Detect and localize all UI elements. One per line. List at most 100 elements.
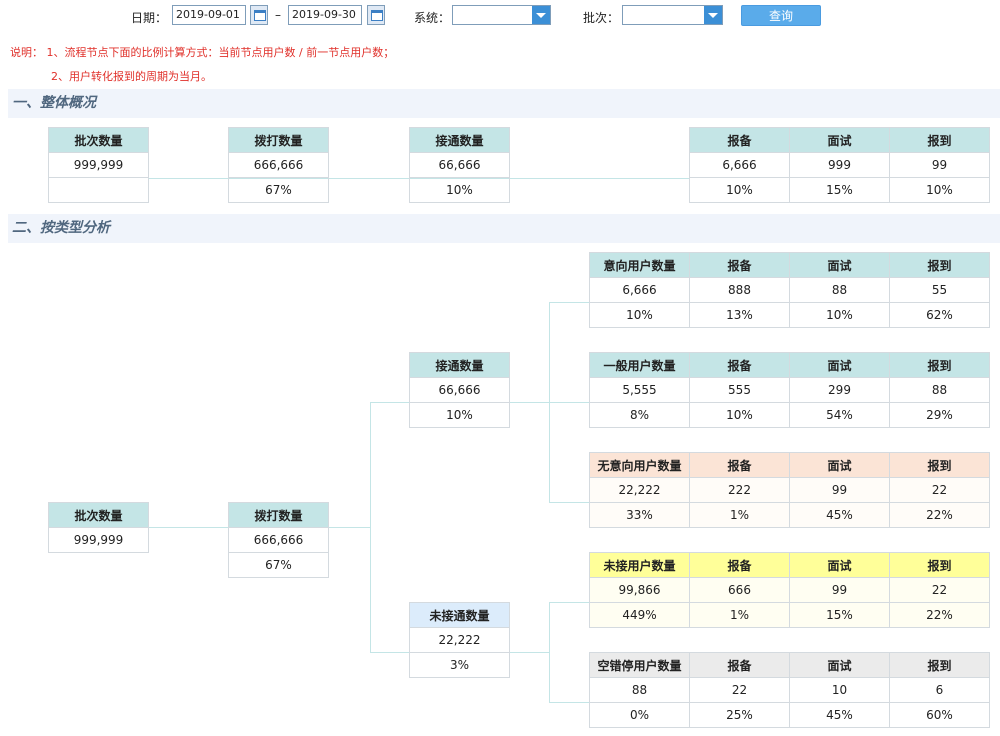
table-value: 222 <box>689 477 790 503</box>
table-header: 面试 <box>789 252 890 278</box>
table-value: 6 <box>889 677 990 703</box>
table-header: 报备 <box>689 452 790 478</box>
table-pct: 449% <box>589 602 690 628</box>
table-value: 888 <box>689 277 790 303</box>
table-header: 无意向用户数量 <box>589 452 690 478</box>
table-header: 报备 <box>689 652 790 678</box>
table-pct: 22% <box>889 602 990 628</box>
table-value: 6,666 <box>589 277 690 303</box>
overview-funnel-table: 报备 面试 报到 6,666 999 99 10% 15% 10% <box>689 127 990 203</box>
table-value: 99 <box>789 477 890 503</box>
date-to-input[interactable]: 2019-09-30 <box>288 5 362 25</box>
connect-pct: 10% <box>409 177 510 203</box>
table-pct: 22% <box>889 502 990 528</box>
date-label: 日期： <box>131 11 168 25</box>
table-value: 88 <box>889 377 990 403</box>
dial-header: 拨打数量 <box>228 127 329 153</box>
connect-value: 66,666 <box>409 377 510 403</box>
table-header: 报备 <box>689 352 790 378</box>
intent-users-table: 意向用户数量 报备 面试 报到 6,666 888 88 55 10% 13% … <box>589 252 990 328</box>
connector-line <box>148 527 228 528</box>
calendar-icon[interactable] <box>367 5 385 25</box>
note-line-1: 说明： 1、流程节点下面的比例计算方式：当前节点用户数 / 前一节点用户数； <box>10 46 395 59</box>
table-pct: 15% <box>789 602 890 628</box>
table-pct: 10% <box>689 402 790 428</box>
connector-line <box>370 402 409 403</box>
connector-line <box>549 402 589 403</box>
query-button[interactable]: 查询 <box>741 5 821 26</box>
chevron-down-icon[interactable] <box>704 6 722 24</box>
table-header: 报备 <box>689 252 790 278</box>
table-value: 666 <box>689 577 790 603</box>
table-value: 10 <box>789 677 890 703</box>
table-value: 88 <box>589 677 690 703</box>
not-answered-users-table: 未接用户数量 报备 面试 报到 99,866 666 99 22 449% 1%… <box>589 552 990 628</box>
overview-connect-table: 接通数量 66,666 10% <box>409 127 510 203</box>
type-batch-table: 批次数量 999,999 <box>48 502 149 553</box>
table-pct: 25% <box>689 702 790 728</box>
connector-line <box>509 402 549 403</box>
connect-pct: 10% <box>409 402 510 428</box>
not-connect-pct: 3% <box>409 652 510 678</box>
table-pct: 45% <box>789 702 890 728</box>
overview-dial-table: 拨打数量 666,666 67% <box>228 127 329 203</box>
type-connect-table: 接通数量 66,666 10% <box>409 352 510 428</box>
table-value: 299 <box>789 377 890 403</box>
dial-pct: 67% <box>228 177 329 203</box>
table-value: 22 <box>689 677 790 703</box>
filter-bar: 日期： 2019-09-01 – 2019-09-30 系统： 批次： 查询 <box>0 0 1000 32</box>
table-header: 空错停用户数量 <box>589 652 690 678</box>
connector-line <box>549 702 589 703</box>
connector-line <box>549 302 589 303</box>
funnel-pct: 10% <box>889 177 990 203</box>
chevron-down-icon[interactable] <box>532 6 550 24</box>
table-pct: 62% <box>889 302 990 328</box>
table-header: 报到 <box>889 552 990 578</box>
table-header: 面试 <box>789 452 890 478</box>
batch-pct <box>48 177 149 203</box>
section-title-overview: 一、整体概况 <box>8 89 1000 118</box>
table-value: 99 <box>789 577 890 603</box>
table-pct: 0% <box>589 702 690 728</box>
table-value: 22 <box>889 577 990 603</box>
table-pct: 60% <box>889 702 990 728</box>
table-header: 报到 <box>889 352 990 378</box>
connect-value: 66,666 <box>409 152 510 178</box>
table-header: 未接用户数量 <box>589 552 690 578</box>
funnel-header: 面试 <box>789 127 890 153</box>
table-value: 99,866 <box>589 577 690 603</box>
overview-batch-table: 批次数量 999,999 <box>48 127 149 203</box>
table-pct: 8% <box>589 402 690 428</box>
table-header: 面试 <box>789 652 890 678</box>
system-select[interactable] <box>452 5 551 25</box>
funnel-value: 999 <box>789 152 890 178</box>
table-value: 55 <box>889 277 990 303</box>
batch-select[interactable] <box>622 5 723 25</box>
table-value: 88 <box>789 277 890 303</box>
dial-value: 666,666 <box>228 527 329 553</box>
not-connect-header: 未接通数量 <box>409 602 510 628</box>
table-header: 面试 <box>789 552 890 578</box>
table-pct: 10% <box>789 302 890 328</box>
dial-header: 拨打数量 <box>228 502 329 528</box>
note-line-2: 2、用户转化报到的周期为当月。 <box>51 70 212 83</box>
connector-line <box>549 502 589 503</box>
table-header: 一般用户数量 <box>589 352 690 378</box>
funnel-pct: 10% <box>689 177 790 203</box>
funnel-value: 6,666 <box>689 152 790 178</box>
table-value: 22,222 <box>589 477 690 503</box>
table-pct: 29% <box>889 402 990 428</box>
connector-line <box>370 652 409 653</box>
table-pct: 45% <box>789 502 890 528</box>
table-pct: 1% <box>689 502 790 528</box>
date-from-input[interactable]: 2019-09-01 <box>172 5 246 25</box>
batch-value: 999,999 <box>48 152 149 178</box>
wrong-number-users-table: 空错停用户数量 报备 面试 报到 88 22 10 6 0% 25% 45% 6… <box>589 652 990 728</box>
funnel-pct: 15% <box>789 177 890 203</box>
table-pct: 1% <box>689 602 790 628</box>
table-header: 报到 <box>889 252 990 278</box>
calendar-icon[interactable] <box>250 5 268 25</box>
general-users-table: 一般用户数量 报备 面试 报到 5,555 555 299 88 8% 10% … <box>589 352 990 428</box>
funnel-header: 报备 <box>689 127 790 153</box>
table-value: 22 <box>889 477 990 503</box>
